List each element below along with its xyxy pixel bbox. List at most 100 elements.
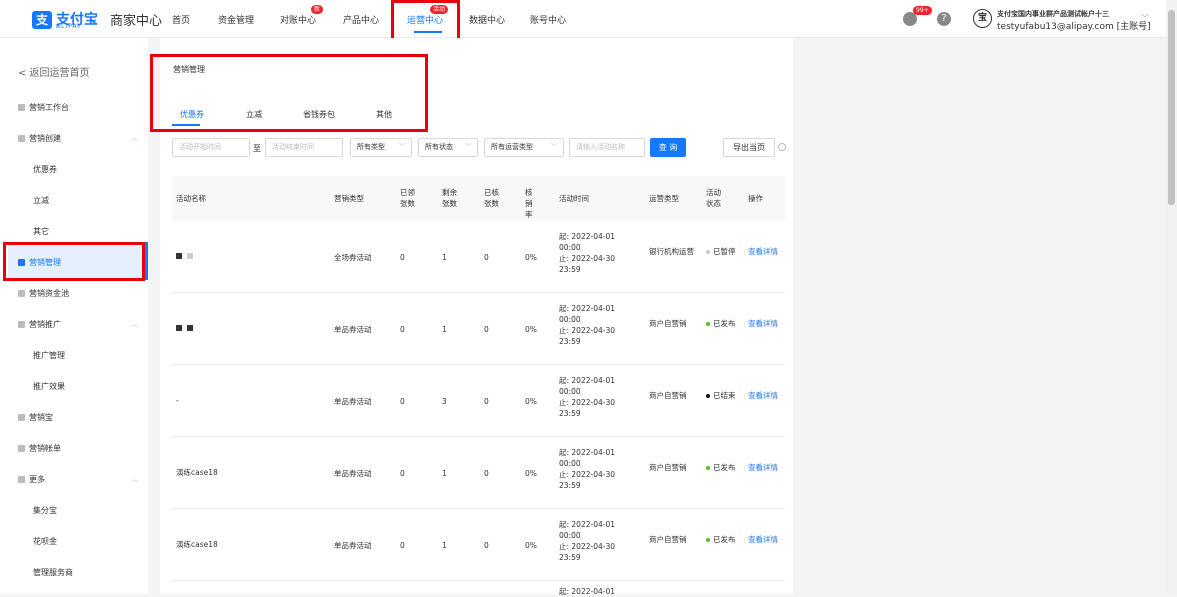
cell-name: 演练case18 <box>176 467 218 478</box>
sidebar-item-service[interactable]: 管理服务商 <box>33 567 73 578</box>
status-select[interactable]: 所有状态 ﹀ <box>418 138 478 157</box>
status-text: 已暂停 <box>713 247 736 256</box>
cell-rate: 0% <box>525 469 537 478</box>
sidebar-item-label: 营销工作台 <box>29 103 69 112</box>
export-button[interactable]: 导出当页 <box>723 138 775 157</box>
highlight-box-sidebar <box>3 242 145 281</box>
back-link[interactable]: < 返回运营首页 <box>18 64 90 79</box>
chevron-up-icon[interactable]: ︿ <box>131 133 138 143</box>
end-date-input[interactable]: 活动结束时间 <box>265 138 343 157</box>
status-dot-icon <box>706 322 710 326</box>
ops-type-select-value: 所有运营类型 <box>491 143 533 151</box>
cell-used: 0 <box>484 397 489 406</box>
cell-type: 单品券活动 <box>334 325 372 334</box>
cell-got: 0 <box>400 541 405 550</box>
status-text: 已发布 <box>713 319 736 328</box>
chevron-down-icon: ﹀ <box>399 143 406 151</box>
sidebar-item-jifenbao[interactable]: 集分宝 <box>33 505 57 516</box>
cell-rate: 0% <box>525 541 537 550</box>
chevron-down-icon[interactable]: ﹀ <box>1141 13 1149 24</box>
help-icon[interactable]: ? <box>937 12 951 26</box>
sidebar-item-bill[interactable]: 营销帐单 <box>18 443 61 454</box>
ops-type-select[interactable]: 所有运营类型 ﹀ <box>484 138 564 157</box>
cell-left: 1 <box>442 541 447 550</box>
cell-type: 全场券活动 <box>334 253 372 262</box>
sidebar-item-promote[interactable]: 营销推广 <box>18 319 61 330</box>
chevron-down-icon: ﹀ <box>465 143 472 151</box>
start-date-input[interactable]: 活动开始时间 <box>172 138 250 157</box>
activity-name: 演练case18 <box>176 540 218 549</box>
cell-end: 止: 2022-04-30 23:59 <box>559 326 615 346</box>
nav-home[interactable]: 首页 <box>172 13 190 26</box>
view-details-link[interactable]: 查看详情 <box>748 246 778 257</box>
sidebar-item-huabei[interactable]: 花呗金 <box>33 536 57 547</box>
nav-reconcile[interactable]: 对账中心 <box>280 13 316 26</box>
sidebar-active-indicator <box>145 242 148 280</box>
sidebar-item-other[interactable]: 其它 <box>33 226 49 237</box>
sidebar-item-fund-pool[interactable]: 营销资金池 <box>18 288 69 299</box>
date-range-separator: 至 <box>253 144 261 153</box>
cell-name: 演练case18 <box>176 539 218 550</box>
sidebar-item-label: 更多 <box>29 475 45 484</box>
redacted-mark <box>176 253 182 259</box>
redacted-mark <box>187 325 193 331</box>
cell-ops: 商户自营销 <box>649 391 687 400</box>
view-details-link[interactable]: 查看详情 <box>748 462 778 473</box>
sidebar-item-discount[interactable]: 立减 <box>33 195 49 206</box>
cell-status: 已发布 <box>706 534 738 545</box>
megaphone-icon <box>18 321 25 328</box>
cell-used: 0 <box>484 325 489 334</box>
sidebar-item-treasure[interactable]: 营销宝 <box>18 412 53 423</box>
top-bar: 支 支付宝 ALIPAY 商家中心 首页 资金管理 对账中心 新 产品中心 运营… <box>0 0 1166 38</box>
account-email[interactable]: testyufabu13@alipay.com [主账号] <box>997 19 1151 32</box>
account-org[interactable]: 支付宝国内事业群产品测试帐户十三 <box>997 9 1109 19</box>
cell-name: - <box>176 395 179 406</box>
cell-name <box>176 323 198 334</box>
cell-rate: 0% <box>525 325 537 334</box>
sidebar-item-more[interactable]: 更多 <box>18 474 45 485</box>
partial-row-time: 起: 2022-04-01 <box>559 587 615 596</box>
sidebar-item-promote-manage[interactable]: 推广管理 <box>33 350 65 361</box>
activity-name: - <box>176 396 179 405</box>
cell-start: 起: 2022-04-01 00:00 <box>559 448 615 468</box>
new-badge: 新 <box>311 5 324 14</box>
sidebar-item-create[interactable]: 营销创建 <box>18 133 61 144</box>
chevron-up-icon[interactable]: ︿ <box>131 319 138 329</box>
table-row: 演练case18 单品券活动 0 1 0 0% 起: 2022-04-01 00:00 止: … <box>172 437 785 509</box>
chevron-up-icon[interactable]: ︿ <box>131 474 138 484</box>
col-action: 操作 <box>748 194 763 203</box>
sidebar-item-promote-effect[interactable]: 推广效果 <box>33 381 65 392</box>
alipay-logo[interactable]: 支 支付宝 ALIPAY 商家中心 <box>32 10 162 30</box>
cell-status: 已发布 <box>706 462 738 473</box>
cell-status: 已暂停 <box>706 246 738 257</box>
avatar[interactable]: 宝 <box>973 9 992 28</box>
status-text: 已结束 <box>713 391 736 400</box>
cell-ops: 商户自营销 <box>649 535 687 544</box>
sidebar-item-coupon[interactable]: 优惠券 <box>33 164 57 175</box>
view-details-link[interactable]: 查看详情 <box>748 390 778 401</box>
cell-end: 止: 2022-04-30 23:59 <box>559 542 615 562</box>
status-dot-icon <box>706 250 710 254</box>
type-select[interactable]: 所有类型 ﹀ <box>350 138 412 157</box>
table-row: 演练case18 单品券活动 0 1 0 0% 起: 2022-04-01 00:00 止: … <box>172 509 785 581</box>
view-details-link[interactable]: 查看详情 <box>748 534 778 545</box>
query-button[interactable]: 查 询 <box>650 138 686 157</box>
sidebar-item-label: 营销推广 <box>29 320 61 329</box>
scrollbar-thumb[interactable] <box>1168 10 1175 205</box>
cell-got: 0 <box>400 325 405 334</box>
cell-status: 已结束 <box>706 390 738 401</box>
activity-name-input[interactable]: 请输入活动名称 <box>569 138 645 157</box>
view-details-link[interactable]: 查看详情 <box>748 318 778 329</box>
sidebar-item-workbench[interactable]: 营销工作台 <box>18 102 69 113</box>
cell-left: 1 <box>442 253 447 262</box>
nav-funds[interactable]: 资金管理 <box>218 13 254 26</box>
cell-end: 止: 2022-04-30 23:59 <box>559 254 615 274</box>
col-time: 活动时间 <box>559 194 589 203</box>
nav-account[interactable]: 账号中心 <box>530 13 566 26</box>
cell-start: 起: 2022-04-01 00:00 <box>559 520 615 540</box>
col-got: 已领张数 <box>400 188 415 208</box>
sidebar-item-label: 营销帐单 <box>29 444 61 453</box>
nav-products[interactable]: 产品中心 <box>343 13 379 26</box>
nav-data[interactable]: 数据中心 <box>469 13 505 26</box>
info-icon[interactable] <box>778 143 786 151</box>
